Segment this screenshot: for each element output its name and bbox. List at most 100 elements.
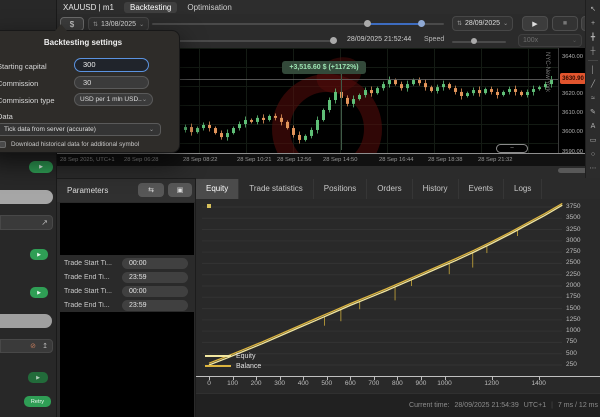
- profit-badge: +3,516.60 $ (+1172%): [282, 61, 366, 74]
- draw-tool-icon[interactable]: ✎: [586, 105, 600, 119]
- equity-x-label: 600: [344, 380, 356, 387]
- retry-button[interactable]: Retry: [24, 396, 51, 407]
- parameter-input[interactable]: 23:59: [122, 299, 188, 311]
- trendline-tool-icon[interactable]: ╱: [586, 77, 600, 91]
- run-button[interactable]: ▶: [30, 287, 48, 298]
- parameter-input[interactable]: 00:00: [122, 285, 188, 297]
- tab-events[interactable]: Events: [459, 179, 505, 199]
- balance-legend-label: Balance: [236, 362, 262, 370]
- input-field[interactable]: ⊘ ↥: [0, 339, 53, 353]
- scroll-to-latest-pill[interactable]: –: [496, 144, 528, 153]
- parameter-input[interactable]: 00:00: [122, 257, 188, 269]
- equity-x-label: 100: [227, 380, 238, 387]
- equity-y-label: 750: [566, 338, 577, 346]
- price-axis-label: 3640.00: [562, 54, 583, 60]
- chevron-down-icon: ⌄: [141, 97, 147, 103]
- tab-history[interactable]: History: [413, 179, 459, 199]
- equity-panel[interactable]: 3750 3500 3250 3000 2750 2500 2250 2000 1750 1500…: [196, 199, 600, 393]
- tab-trade-statistics[interactable]: Trade statistics: [239, 179, 314, 199]
- equity-y-label: 1750: [566, 293, 581, 301]
- commission-type-select[interactable]: USD per 1 mln USD... ⌄: [74, 93, 153, 106]
- top-tab-backtesting[interactable]: Backtesting: [123, 1, 178, 13]
- download-checkbox-label: Download historical data for additional …: [11, 141, 140, 148]
- equity-x-label: 800: [391, 380, 403, 387]
- play-icon: ▶: [36, 374, 40, 381]
- equity-x-label: 1200: [484, 380, 499, 387]
- speed-slider-track[interactable]: [452, 41, 506, 43]
- tab-orders[interactable]: Orders: [367, 179, 413, 199]
- speed-label: Speed: [424, 36, 445, 43]
- equity-y-label: 1000: [566, 327, 581, 335]
- copy-parameters-button[interactable]: ▣: [168, 183, 192, 197]
- equity-start-dot: [207, 204, 211, 208]
- input-field[interactable]: ↗: [0, 215, 53, 230]
- spinner-icon[interactable]: ⇅: [457, 20, 462, 27]
- text-tool-icon[interactable]: A: [586, 119, 600, 133]
- run-button[interactable]: ▶: [30, 249, 48, 260]
- speed-select[interactable]: 100x ⌄: [518, 34, 582, 47]
- parameters-header: Parameters ⇆ ▣: [57, 179, 195, 202]
- chevron-down-icon[interactable]: ⌄: [139, 21, 144, 28]
- block-icon[interactable]: ⊘: [30, 342, 36, 350]
- spinner-icon[interactable]: ⇅: [93, 21, 98, 28]
- equity-x-label: 300: [274, 380, 286, 387]
- wave-tool-icon[interactable]: ≈: [586, 91, 600, 105]
- parameter-label: Trade End Ti...: [64, 301, 110, 309]
- stop-button[interactable]: ■: [552, 16, 578, 31]
- chevron-down-icon: ⌄: [148, 127, 154, 133]
- range-start-handle[interactable]: [364, 20, 371, 27]
- range-end-handle[interactable]: [418, 20, 425, 27]
- tab-positions[interactable]: Positions: [314, 179, 368, 199]
- chevron-down-icon[interactable]: ⌄: [503, 20, 508, 27]
- parameter-input[interactable]: 23:59: [122, 271, 188, 283]
- date-range-slider-active: [368, 23, 421, 25]
- commission-input[interactable]: 30: [74, 76, 149, 89]
- settings-icon: $: [69, 19, 75, 29]
- end-date-picker[interactable]: ⇅ 28/09/2025 ⌄: [452, 16, 514, 31]
- parameter-label: Trade End Ti...: [64, 273, 110, 281]
- timezone-value: UTC+1: [523, 402, 547, 409]
- status-divider: |: [551, 402, 553, 409]
- starting-capital-input[interactable]: 300: [74, 58, 149, 72]
- more-tools-icon[interactable]: ⋯: [586, 161, 600, 175]
- equity-x-label: 700: [368, 380, 380, 387]
- stop-icon: ■: [562, 20, 568, 27]
- rect-tool-icon[interactable]: ▭: [586, 133, 600, 147]
- top-tab-optimisation[interactable]: Optimisation: [181, 2, 237, 13]
- current-time-label: Current time:: [409, 402, 450, 409]
- vline-tool-icon[interactable]: │: [586, 63, 600, 77]
- equity-y-label: 3250: [566, 225, 581, 233]
- data-section-label: Data: [0, 112, 13, 121]
- cursor-icon[interactable]: ↖: [586, 2, 600, 16]
- status-bar: Current time: 28/09/2025 21:54:39 UTC+1 …: [196, 393, 600, 417]
- time-axis: 28 Sep 2025, UTC+1 28 Sep 06:28 28 Sep 08:…: [57, 153, 585, 166]
- tab-equity[interactable]: Equity: [196, 179, 240, 199]
- measure-icon[interactable]: ┼: [586, 44, 600, 58]
- start-date-value: 13/08/2025: [101, 20, 137, 28]
- swap-parameters-button[interactable]: ⇆: [138, 183, 164, 197]
- equity-legend: Equity Balance: [205, 351, 261, 371]
- crosshair-icon[interactable]: +: [586, 16, 600, 30]
- parameters-panel: Parameters ⇆ ▣ Trade Start Ti... 00:00 Tra…: [57, 178, 196, 417]
- start-date-picker[interactable]: ⇅ 13/08/2025 ⌄: [88, 17, 150, 31]
- equity-x-label: 500: [321, 380, 333, 387]
- upload-icon[interactable]: ↥: [42, 342, 48, 350]
- price-axis-label: 3600.00: [562, 129, 583, 135]
- speed-slider-handle[interactable]: [471, 38, 477, 44]
- run-button-disabled[interactable]: ▶: [28, 372, 48, 383]
- replay-progress-handle[interactable]: [330, 37, 337, 44]
- copy-icon: ▣: [176, 187, 184, 194]
- tab-logs[interactable]: Logs: [504, 179, 543, 199]
- equity-y-label: 2750: [566, 248, 581, 256]
- add-icon[interactable]: ╋: [586, 30, 600, 44]
- run-button[interactable]: ▶: [29, 161, 53, 173]
- popup-arrow: [55, 24, 67, 31]
- download-checkbox[interactable]: [0, 141, 6, 148]
- chevron-down-icon: ⌄: [571, 38, 577, 44]
- commission-label: Commission: [0, 79, 39, 88]
- circle-tool-icon[interactable]: ○: [586, 147, 600, 161]
- play-button[interactable]: ▶: [522, 16, 548, 31]
- time-axis-label: 28 Sep 14:50: [323, 157, 358, 163]
- share-icon[interactable]: ↗: [41, 218, 48, 227]
- data-source-select[interactable]: Tick data from server (accurate) ⌄: [0, 123, 161, 136]
